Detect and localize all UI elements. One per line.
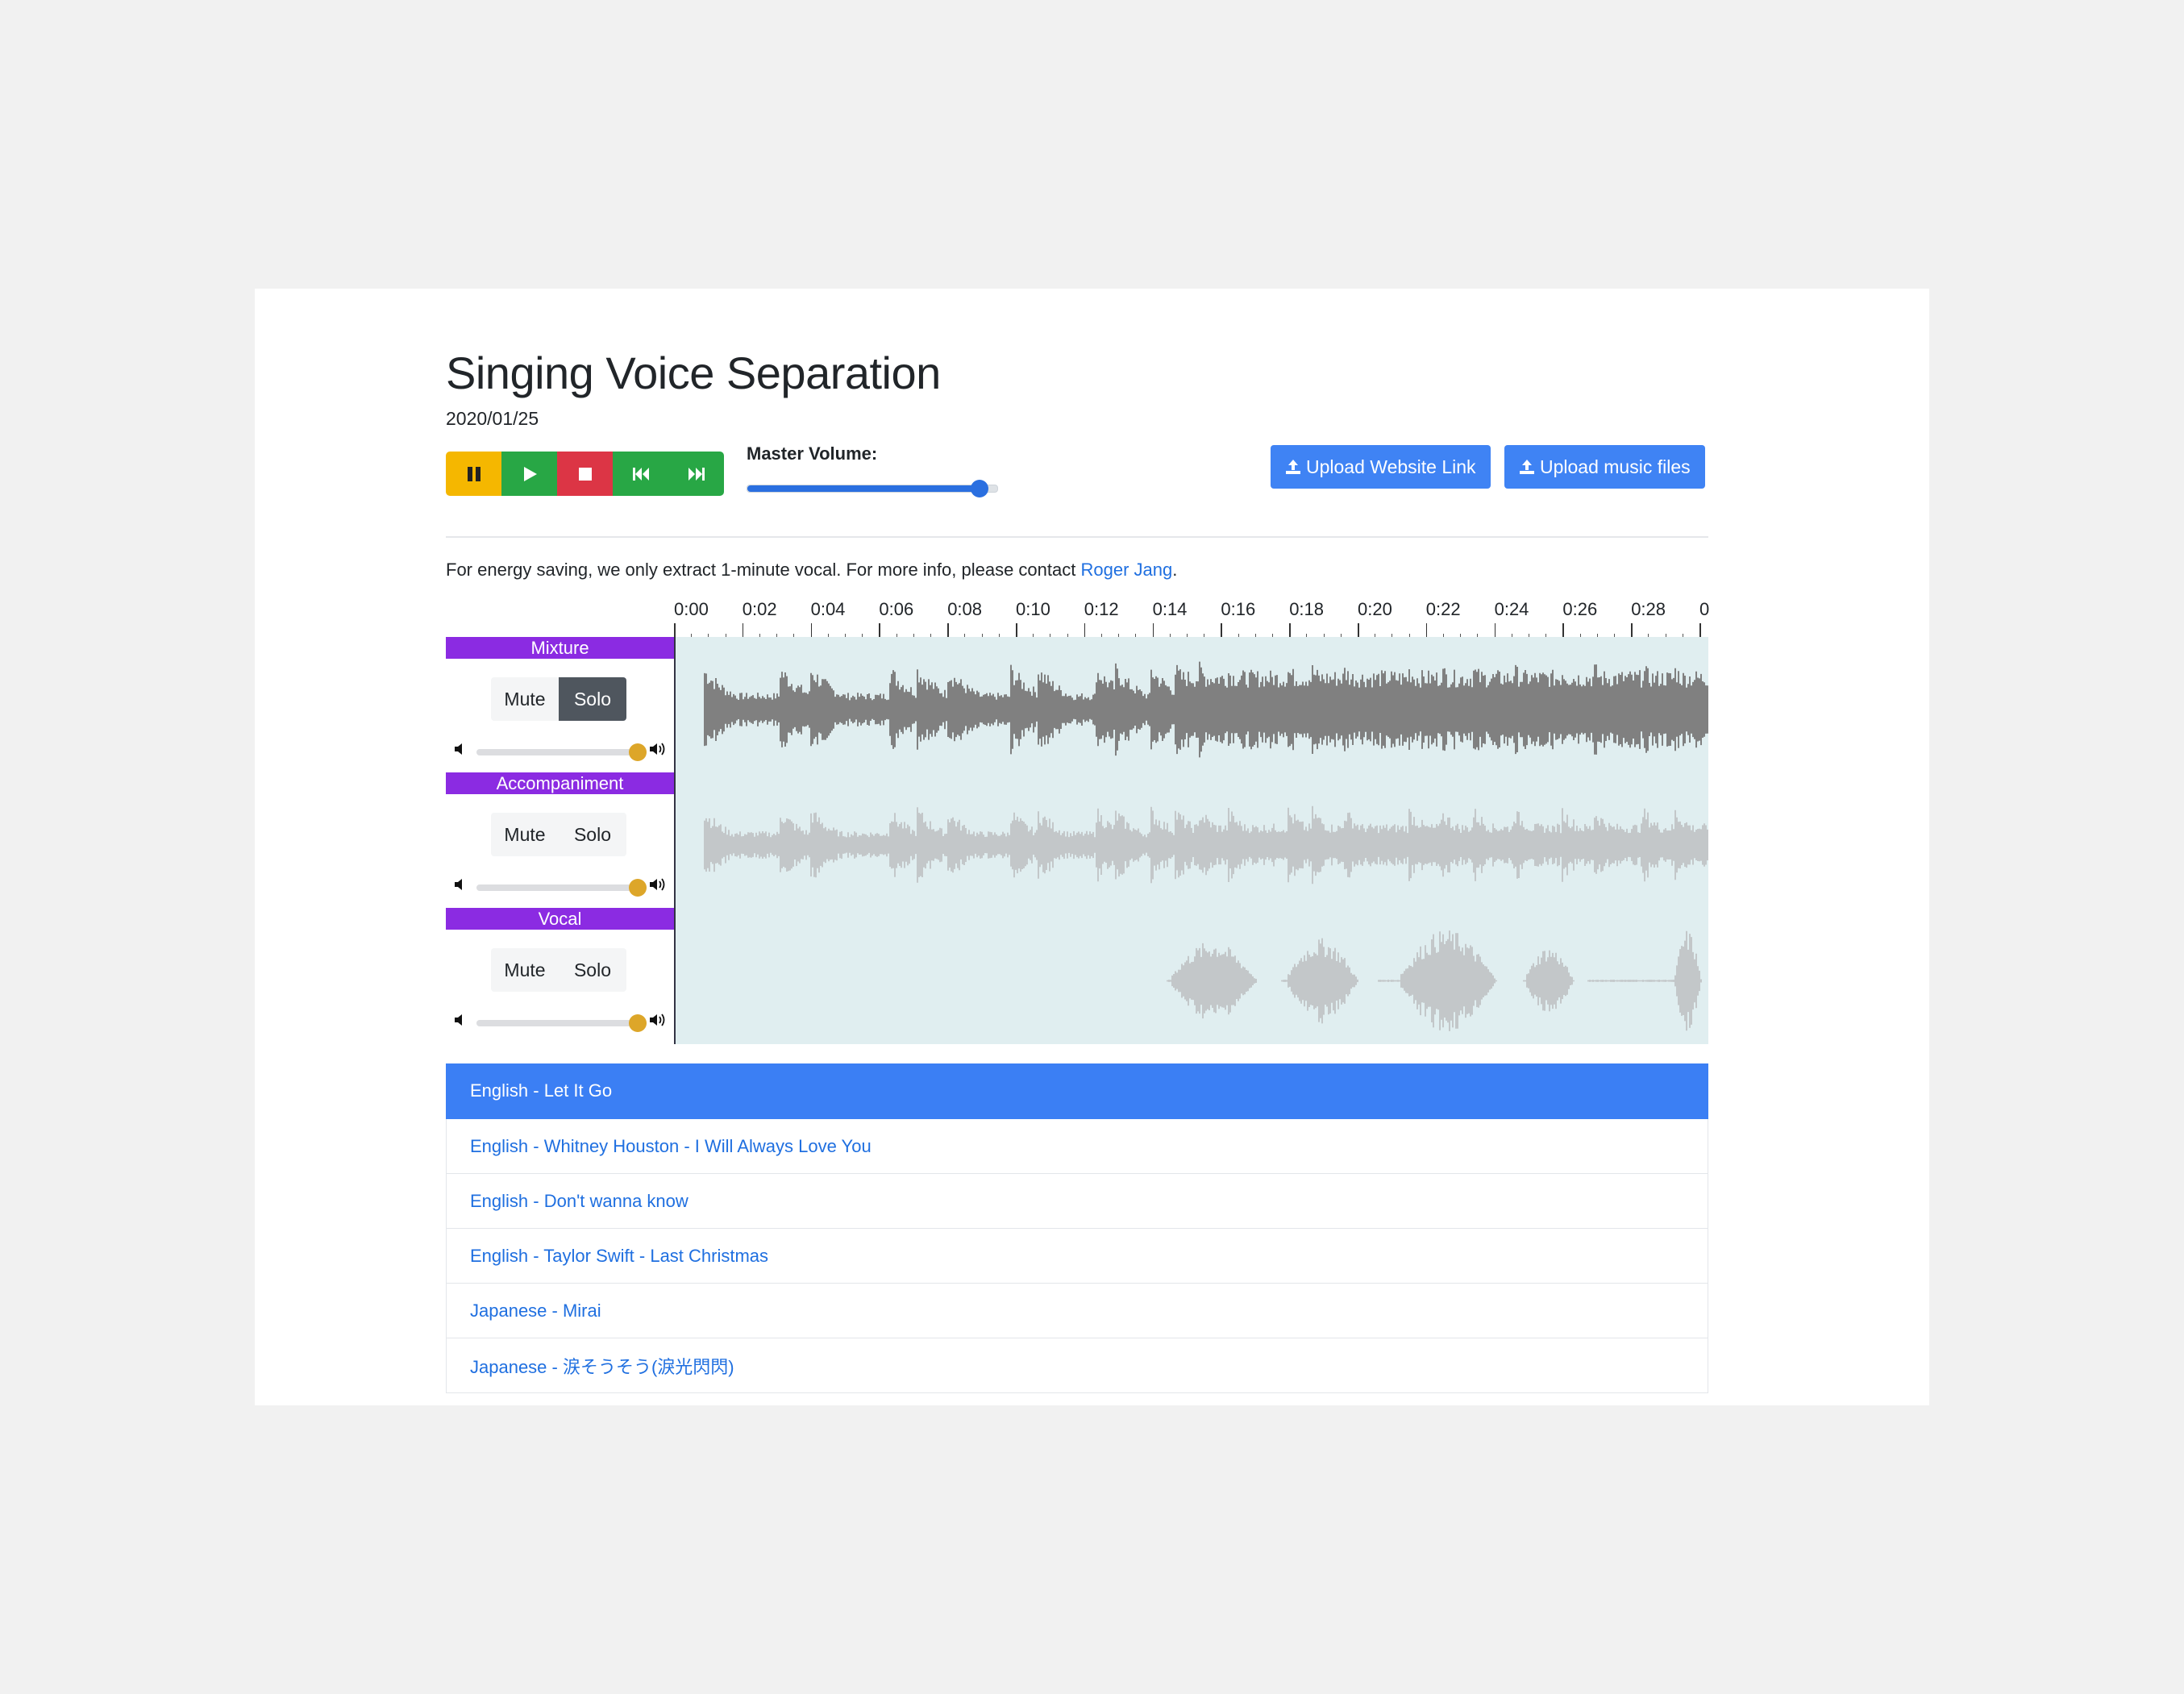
info-suffix: . xyxy=(1172,560,1178,580)
info-message: For energy saving, we only extract 1-min… xyxy=(446,560,1081,580)
timeline-tick-label: 0:06 xyxy=(879,599,914,619)
timeline-tick-label: 0:00 xyxy=(674,599,709,619)
upload-icon xyxy=(1286,460,1300,474)
solo-button[interactable]: Solo xyxy=(559,677,626,721)
timeline-tick-label: 0:02 xyxy=(742,599,777,619)
song-item[interactable]: English - Whitney Houston - I Will Alway… xyxy=(446,1119,1708,1174)
play-button[interactable] xyxy=(501,452,557,496)
track-volume xyxy=(451,1009,668,1034)
stop-button[interactable] xyxy=(557,452,613,496)
timeline-tick-label: 0:08 xyxy=(947,599,983,619)
master-volume-fill xyxy=(747,485,980,492)
song-item[interactable]: Japanese - Mirai xyxy=(446,1284,1708,1338)
timeline-tick-label: 0 xyxy=(1699,599,1710,619)
track-accompaniment: Accompaniment Mute Solo xyxy=(446,772,674,908)
main-card: Singing Voice Separation 2020/01/25 Mast… xyxy=(255,289,1929,1405)
volume-up-icon xyxy=(650,1013,665,1026)
waveform-path xyxy=(704,661,1708,758)
mute-button[interactable]: Mute xyxy=(491,948,559,992)
upload-website-link-label: Upload Website Link xyxy=(1306,456,1476,477)
vocal-waveform xyxy=(1167,930,1702,1031)
song-item[interactable]: Japanese - 涙そうそう(淚光閃閃) xyxy=(446,1338,1708,1393)
track-volume-slider[interactable] xyxy=(476,1014,647,1032)
track-volume-slider[interactable] xyxy=(476,879,647,897)
track-name-mixture: Mixture xyxy=(446,637,674,659)
timeline-tick-label: 0:16 xyxy=(1221,599,1256,619)
master-volume-thumb[interactable] xyxy=(971,480,989,497)
timeline-tick-label: 0:04 xyxy=(810,599,846,619)
track-volume-thumb[interactable] xyxy=(629,743,647,761)
info-text: For energy saving, we only extract 1-min… xyxy=(446,560,1177,581)
upload-music-files-button[interactable]: Upload music files xyxy=(1504,445,1705,489)
song-item[interactable]: English - Taylor Swift - Last Christmas xyxy=(446,1229,1708,1284)
master-volume-label: Master Volume: xyxy=(747,443,878,464)
track-volume xyxy=(451,739,668,763)
mixture-waveform xyxy=(704,661,1708,758)
skip-back-icon xyxy=(632,467,649,481)
timeline-tick-label: 0:28 xyxy=(1631,599,1666,619)
timeline-tick-label: 0:14 xyxy=(1152,599,1188,619)
upload-website-link-button[interactable]: Upload Website Link xyxy=(1271,445,1491,489)
track-vocal: Vocal Mute Solo xyxy=(446,908,674,1044)
skip-back-button[interactable] xyxy=(613,452,668,496)
waveform-area[interactable] xyxy=(674,637,1708,1044)
timeline-tick-label: 0:26 xyxy=(1562,599,1598,619)
volume-down-icon xyxy=(455,879,462,890)
song-item[interactable]: English - Don't wanna know xyxy=(446,1174,1708,1229)
timeline-ruler[interactable]: 0:00 0:02 0:04 0:06 0:08 0:10 0:12 0:14 0:16 0:18… xyxy=(674,599,1710,639)
master-volume-slider[interactable] xyxy=(747,480,998,497)
track-volume-slider[interactable] xyxy=(476,743,647,761)
volume-down-icon xyxy=(455,1014,462,1026)
solo-button[interactable]: Solo xyxy=(559,813,626,856)
track-mixture: Mixture Mute Solo xyxy=(446,637,674,772)
track-volume-thumb[interactable] xyxy=(629,879,647,897)
divider xyxy=(446,536,1708,538)
timeline-tick-label: 0:24 xyxy=(1494,599,1529,619)
track-volume-thumb[interactable] xyxy=(629,1014,647,1032)
skip-forward-button[interactable] xyxy=(668,452,724,496)
stop-icon xyxy=(578,467,592,481)
timeline-tick-label: 0:12 xyxy=(1084,599,1119,619)
play-icon xyxy=(523,466,537,481)
contact-link[interactable]: Roger Jang xyxy=(1080,560,1172,580)
volume-up-icon xyxy=(650,743,665,755)
mute-button[interactable]: Mute xyxy=(491,813,559,856)
timeline-tick-label: 0:18 xyxy=(1289,599,1325,619)
transport-controls xyxy=(446,452,724,496)
page-date: 2020/01/25 xyxy=(446,408,539,429)
waveform-path xyxy=(1167,930,1702,1031)
page-title: Singing Voice Separation xyxy=(446,348,941,398)
pause-button[interactable] xyxy=(446,452,501,496)
mute-button[interactable]: Mute xyxy=(491,677,559,721)
solo-button[interactable]: Solo xyxy=(559,948,626,992)
upload-icon xyxy=(1520,460,1534,474)
timeline-tick-label: 0:22 xyxy=(1425,599,1461,619)
mute-solo-group: Mute Solo xyxy=(491,813,626,856)
skip-forward-icon xyxy=(688,467,705,481)
track-volume xyxy=(451,874,668,898)
accompaniment-waveform xyxy=(704,805,1708,884)
upload-music-files-label: Upload music files xyxy=(1540,456,1691,477)
mute-solo-group: Mute Solo xyxy=(491,948,626,992)
timeline-tick-label: 0:10 xyxy=(1016,599,1050,619)
song-item[interactable]: English - Let It Go xyxy=(446,1063,1708,1119)
volume-up-icon xyxy=(650,878,665,891)
timeline-tick-label: 0:20 xyxy=(1358,599,1392,619)
track-name-vocal: Vocal xyxy=(446,908,674,930)
track-name-accompaniment: Accompaniment xyxy=(446,772,674,794)
volume-down-icon xyxy=(455,743,462,755)
song-list: English - Let It Go English - Whitney Ho… xyxy=(446,1063,1708,1393)
mute-solo-group: Mute Solo xyxy=(491,677,626,721)
pause-icon xyxy=(467,466,480,481)
waveform-path xyxy=(704,805,1708,884)
